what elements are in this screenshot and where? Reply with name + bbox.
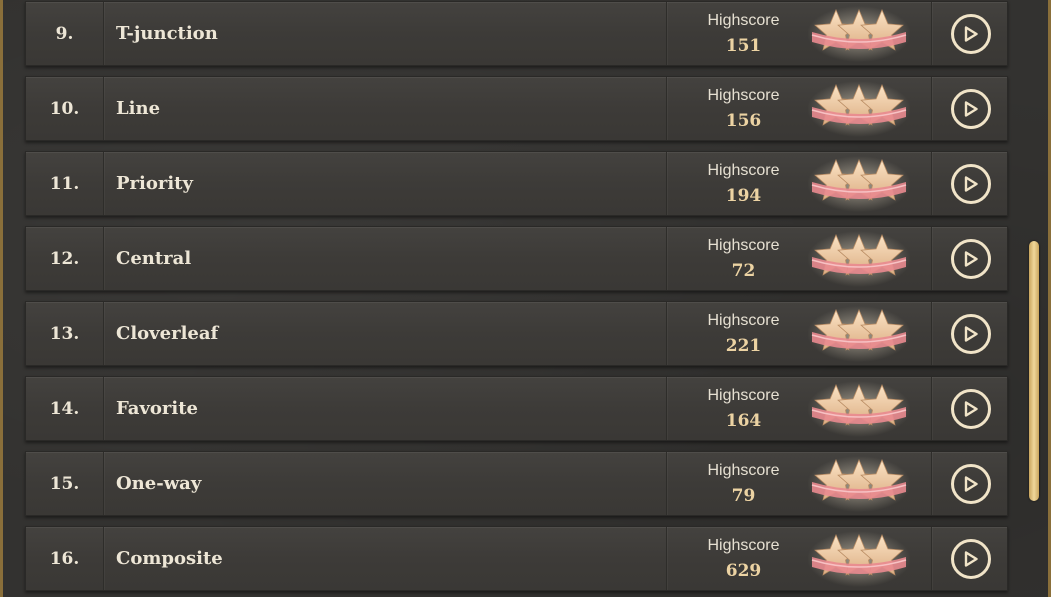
highscore-label: Highscore xyxy=(707,537,780,554)
highscore-cell: Highscore 79 xyxy=(666,452,820,515)
highscore-cell: Highscore 72 xyxy=(666,227,820,290)
play-icon[interactable] xyxy=(950,88,991,129)
highscore-value: 151 xyxy=(725,36,762,56)
level-number: 13. xyxy=(26,302,104,365)
highscore-label: Highscore xyxy=(707,387,780,404)
play-icon[interactable] xyxy=(950,238,991,279)
level-name: Favorite xyxy=(116,398,199,419)
highscore-label: Highscore xyxy=(707,162,780,179)
highscore-label: Highscore xyxy=(707,462,780,479)
highscore-value: 164 xyxy=(725,411,762,431)
play-icon[interactable] xyxy=(950,463,991,504)
level-name: Cloverleaf xyxy=(116,323,219,344)
highscore-cell: Highscore 629 xyxy=(666,527,820,590)
highscore-cell: Highscore 194 xyxy=(666,152,820,215)
star-rating xyxy=(807,306,911,362)
play-level-button[interactable] xyxy=(931,302,1009,365)
highscore-cell: Highscore 156 xyxy=(666,77,820,140)
highscore-label: Highscore xyxy=(707,237,780,254)
level-number: 15. xyxy=(26,452,104,515)
level-list: 9. T-junction Highscore 151 10. Line Hig… xyxy=(25,1,1008,597)
play-icon[interactable] xyxy=(950,313,991,354)
star-rating xyxy=(807,231,911,287)
level-row: 13. Cloverleaf Highscore 221 xyxy=(25,301,1008,366)
star-rating xyxy=(807,156,911,212)
play-level-button[interactable] xyxy=(931,452,1009,515)
level-row: 10. Line Highscore 156 xyxy=(25,76,1008,141)
highscore-cell: Highscore 151 xyxy=(666,2,820,65)
level-row: 11. Priority Highscore 194 xyxy=(25,151,1008,216)
level-row: 14. Favorite Highscore 164 xyxy=(25,376,1008,441)
level-name: T-junction xyxy=(116,23,218,44)
level-number: 14. xyxy=(26,377,104,440)
star-rating xyxy=(807,81,911,137)
highscore-cell: Highscore 164 xyxy=(666,377,820,440)
star-rating xyxy=(807,531,911,587)
play-level-button[interactable] xyxy=(931,227,1009,290)
highscore-value: 72 xyxy=(731,261,756,281)
star-rating xyxy=(807,456,911,512)
star-rating xyxy=(807,381,911,437)
level-name: Central xyxy=(116,248,192,269)
star-rating xyxy=(807,6,911,62)
level-row: 9. T-junction Highscore 151 xyxy=(25,1,1008,66)
highscore-value: 629 xyxy=(725,561,762,581)
highscore-value: 221 xyxy=(725,336,762,356)
level-select-panel: 9. T-junction Highscore 151 10. Line Hig… xyxy=(0,0,1051,597)
play-level-button[interactable] xyxy=(931,377,1009,440)
play-icon[interactable] xyxy=(950,13,991,54)
level-name: Priority xyxy=(116,173,193,194)
highscore-label: Highscore xyxy=(707,312,780,329)
play-level-button[interactable] xyxy=(931,2,1009,65)
level-number: 16. xyxy=(26,527,104,590)
highscore-value: 79 xyxy=(731,486,756,506)
level-name: Line xyxy=(116,98,161,119)
highscore-value: 156 xyxy=(725,111,762,131)
level-number: 11. xyxy=(26,152,104,215)
level-row: 16. Composite Highscore 629 xyxy=(25,526,1008,591)
play-level-button[interactable] xyxy=(931,527,1009,590)
level-number: 9. xyxy=(26,2,104,65)
play-icon[interactable] xyxy=(950,388,991,429)
highscore-value: 194 xyxy=(725,186,762,206)
highscore-label: Highscore xyxy=(707,12,780,29)
level-number: 12. xyxy=(26,227,104,290)
play-icon[interactable] xyxy=(950,538,991,579)
level-row: 15. One-way Highscore 79 xyxy=(25,451,1008,516)
highscore-cell: Highscore 221 xyxy=(666,302,820,365)
level-name: One-way xyxy=(116,473,202,494)
scrollbar-thumb[interactable] xyxy=(1029,241,1039,501)
level-name: Composite xyxy=(116,548,223,569)
play-level-button[interactable] xyxy=(931,152,1009,215)
play-level-button[interactable] xyxy=(931,77,1009,140)
highscore-label: Highscore xyxy=(707,87,780,104)
level-row: 12. Central Highscore 72 xyxy=(25,226,1008,291)
level-number: 10. xyxy=(26,77,104,140)
play-icon[interactable] xyxy=(950,163,991,204)
